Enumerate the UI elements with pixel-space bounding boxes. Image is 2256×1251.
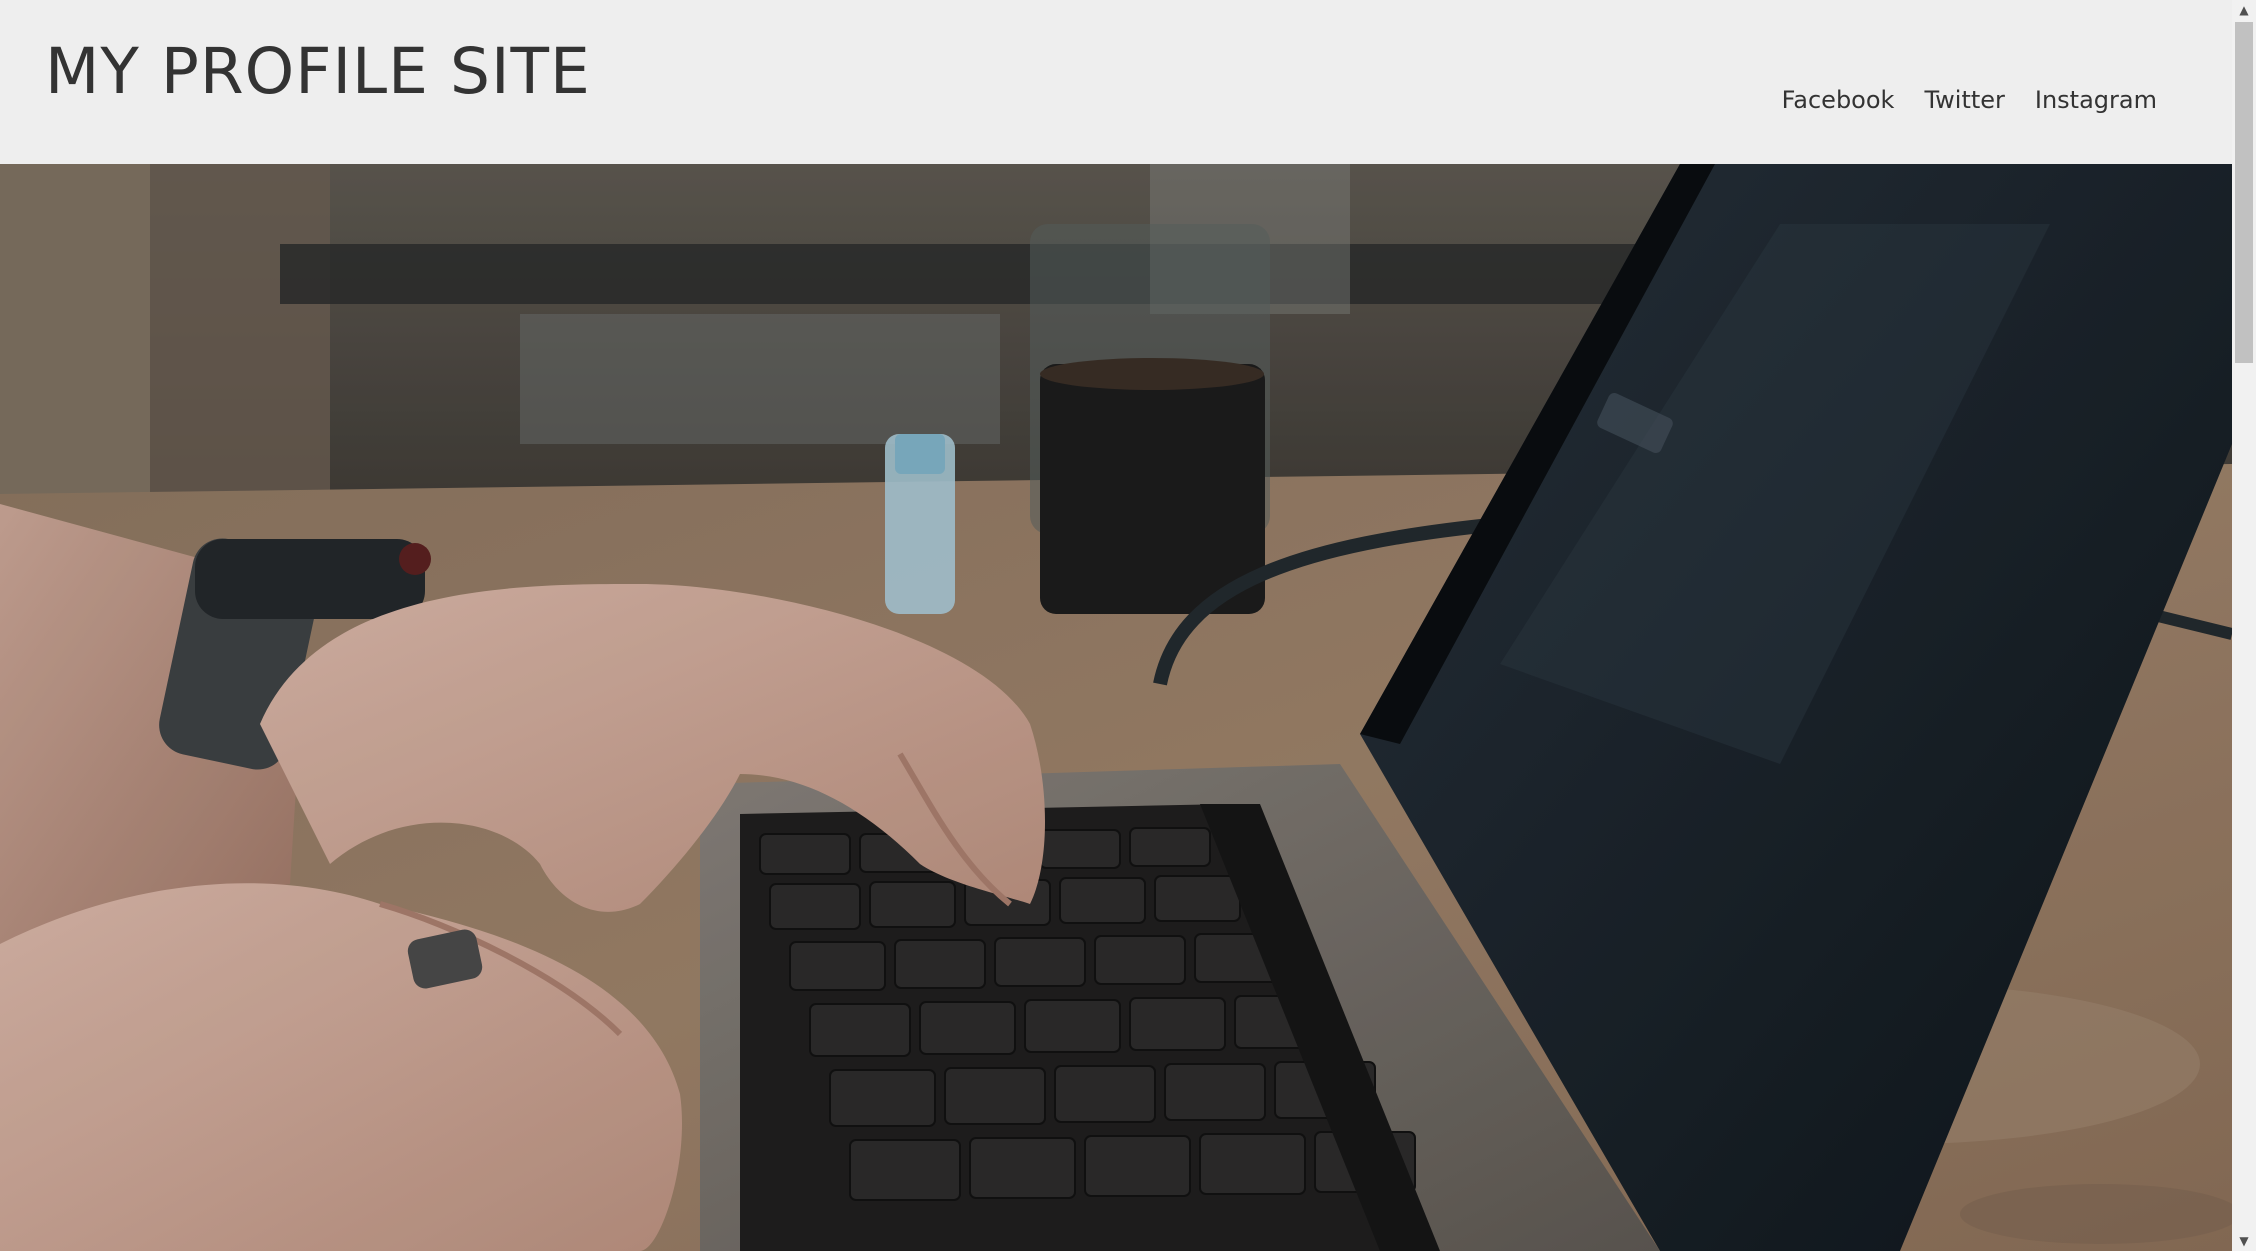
- site-title[interactable]: MY PROFILE SITE: [45, 30, 591, 114]
- scrollbar-thumb[interactable]: [2235, 22, 2253, 363]
- nav-link-twitter[interactable]: Twitter: [1924, 82, 2004, 118]
- nav-link-instagram[interactable]: Instagram: [2035, 82, 2157, 118]
- page: MY PROFILE SITE Facebook Twitter Instagr…: [0, 0, 2232, 1251]
- scroll-down-icon[interactable]: ▼: [2232, 1231, 2256, 1251]
- vertical-scrollbar[interactable]: ▲ ▼: [2232, 0, 2256, 1251]
- hero-image: [0, 164, 2232, 1251]
- scroll-up-icon[interactable]: ▲: [2232, 0, 2256, 20]
- social-nav: Facebook Twitter Instagram: [1782, 82, 2157, 118]
- site-header: MY PROFILE SITE Facebook Twitter Instagr…: [0, 0, 2232, 164]
- nav-link-facebook[interactable]: Facebook: [1782, 82, 1895, 118]
